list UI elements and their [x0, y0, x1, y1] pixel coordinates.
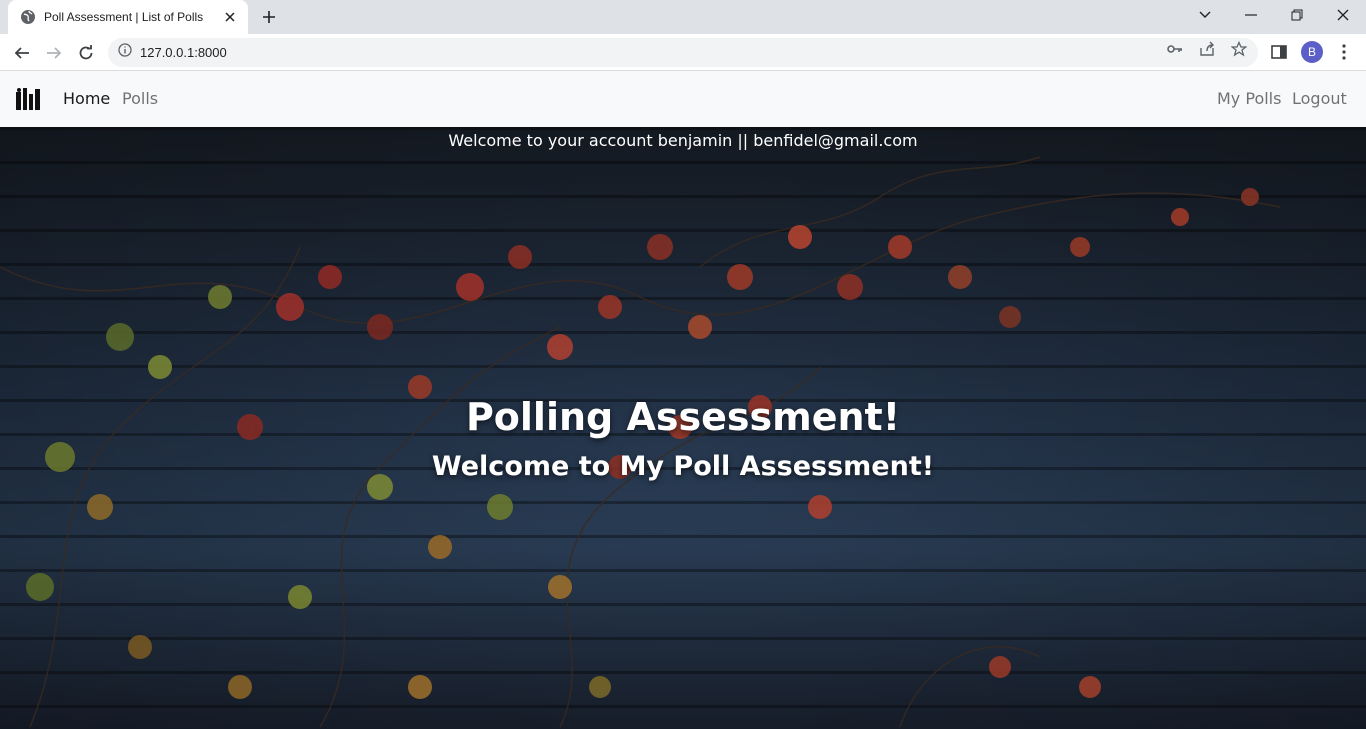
close-window-icon[interactable] [1320, 0, 1366, 30]
key-icon[interactable] [1166, 40, 1184, 58]
restore-icon[interactable] [1274, 0, 1320, 30]
globe-icon [20, 9, 36, 25]
hero-banner: Welcome to your account benjamin || benf… [0, 127, 1366, 729]
browser-tab[interactable]: Poll Assessment | List of Polls [8, 0, 248, 34]
url-text: 127.0.0.1:8000 [140, 45, 227, 60]
bookmark-star-icon[interactable] [1230, 40, 1248, 58]
account-welcome-text: Welcome to your account benjamin || benf… [448, 131, 918, 150]
new-tab-button[interactable] [258, 6, 280, 28]
forward-arrow-icon[interactable] [41, 40, 67, 66]
brand-logo-icon[interactable] [16, 88, 40, 110]
site-navbar: Home Polls My Polls Logout [0, 71, 1366, 127]
side-panel-icon[interactable] [1269, 42, 1289, 62]
address-bar[interactable]: 127.0.0.1:8000 [108, 38, 1258, 67]
tab-title: Poll Assessment | List of Polls [44, 10, 204, 24]
back-arrow-icon[interactable] [9, 40, 35, 66]
tab-search-icon[interactable] [1182, 0, 1228, 30]
nav-link-home[interactable]: Home [63, 89, 110, 108]
reload-icon[interactable] [73, 40, 99, 66]
nav-link-polls[interactable]: Polls [122, 89, 158, 108]
close-tab-icon[interactable] [222, 9, 238, 25]
browser-toolbar: 127.0.0.1:8000 B [0, 34, 1366, 71]
profile-avatar[interactable]: B [1301, 41, 1323, 63]
browser-tabstrip: Poll Assessment | List of Polls [0, 0, 1366, 34]
minimize-icon[interactable] [1228, 0, 1274, 30]
hero-title: Polling Assessment! [465, 395, 901, 439]
hero-subtitle: Welcome to My Poll Assessment! [431, 451, 935, 482]
nav-link-my-polls[interactable]: My Polls [1217, 89, 1281, 108]
kebab-menu-icon[interactable] [1334, 42, 1354, 62]
site-info-icon[interactable] [118, 43, 132, 62]
share-icon[interactable] [1198, 40, 1216, 58]
nav-link-logout[interactable]: Logout [1292, 89, 1347, 108]
